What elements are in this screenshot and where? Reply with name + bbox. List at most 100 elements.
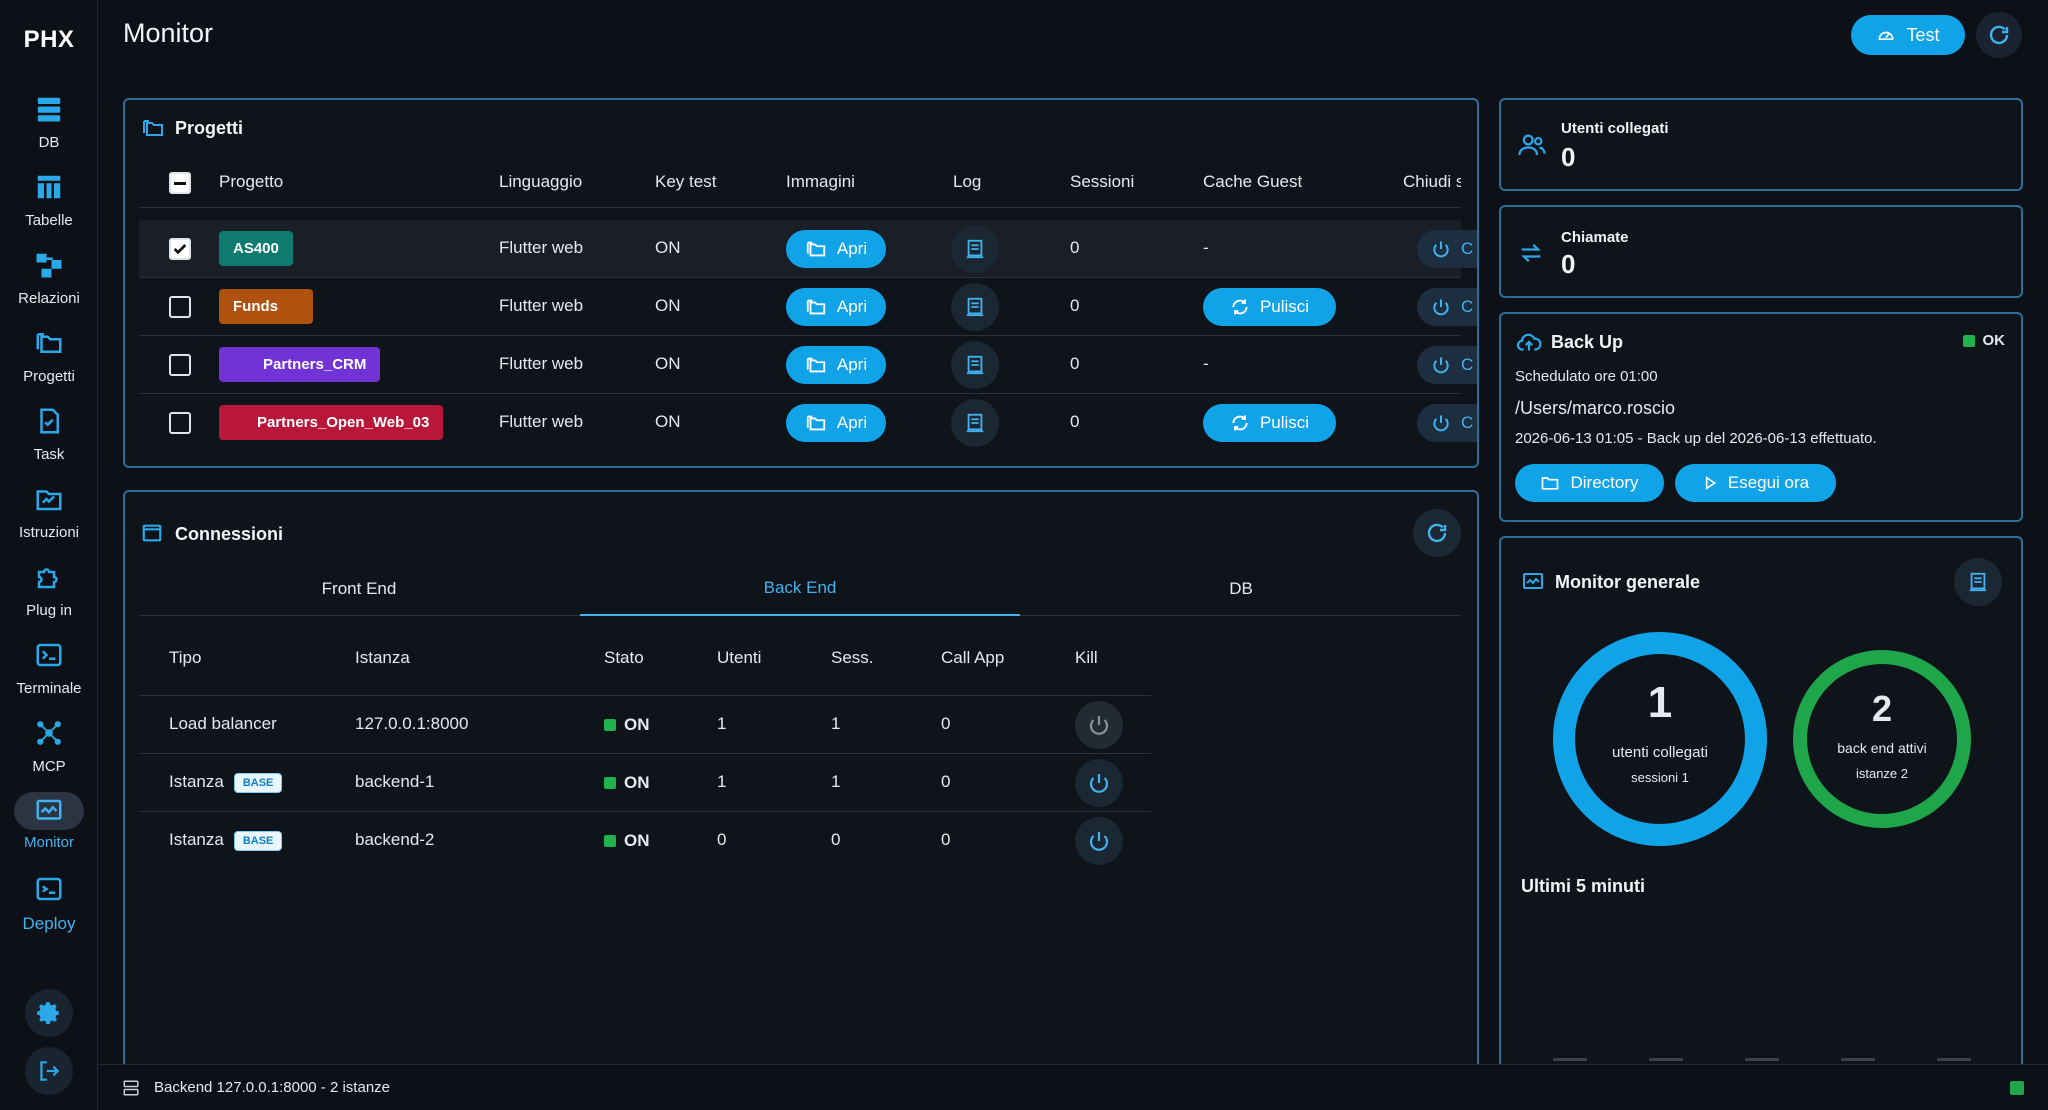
log-button[interactable] (951, 399, 999, 447)
type-cell: Istanza BASE (169, 830, 283, 851)
base-badge: BASE (233, 830, 283, 851)
progetti-table-header: Progetto Linguaggio Key test Immagini Lo… (139, 158, 1461, 208)
key-test-cell: ON (655, 238, 681, 257)
close-sessions-button[interactable]: C (1417, 346, 1477, 384)
close-sessions-button[interactable]: C (1417, 230, 1477, 268)
sidebar-item-label: Tabelle (25, 212, 73, 229)
refresh-connections-button[interactable] (1413, 509, 1461, 557)
status-dot (604, 835, 616, 847)
column-header: Immagini (786, 172, 855, 191)
run-backup-label: Esegui ora (1727, 473, 1810, 492)
clear-cache-label: Pulisci (1259, 413, 1310, 432)
table-row: Istanza BASE backend-1 ON 1 1 0 (139, 754, 1151, 812)
sessions-cell: 0 (1070, 354, 1080, 373)
logout-button[interactable] (25, 1047, 73, 1095)
folder-icon (1542, 477, 1559, 490)
sidebar-item-terminale[interactable]: Terminale (0, 636, 98, 714)
kill-button[interactable] (1075, 701, 1123, 749)
tab-back-end[interactable]: Back End (580, 562, 1020, 616)
project-tag[interactable]: Funds (219, 289, 313, 324)
sidebar-item-deploy[interactable]: Deploy (0, 870, 98, 948)
type-cell: Istanza BASE (169, 772, 283, 793)
open-images-button[interactable]: Apri (786, 346, 886, 384)
sync-icon (1232, 415, 1248, 431)
close-sessions-button[interactable]: C (1417, 404, 1477, 442)
open-images-button[interactable]: Apri (786, 404, 886, 442)
chart-axis-tick (1745, 1058, 1779, 1061)
sidebar-item-label: Plug in (26, 602, 72, 619)
sidebar-item-progetti[interactable]: Progetti (0, 324, 98, 402)
clear-cache-button[interactable]: Pulisci (1203, 404, 1336, 442)
sessions-cell: 0 (1070, 296, 1080, 315)
settings-button[interactable] (25, 989, 73, 1037)
row-checkbox[interactable] (169, 412, 191, 434)
open-images-button[interactable]: Apri (786, 288, 886, 326)
select-all-checkbox[interactable] (169, 172, 191, 194)
backup-directory-button[interactable]: Directory (1515, 464, 1664, 502)
log-button[interactable] (951, 283, 999, 331)
cache-cell: - (1203, 238, 1209, 257)
backends-ring-label: back end attivi (1837, 740, 1927, 756)
kill-button[interactable] (1075, 759, 1123, 807)
row-checkbox[interactable] (169, 238, 191, 260)
tab-db[interactable]: DB (1021, 562, 1461, 616)
table-row[interactable]: Partners_CRM Flutter web ON Apri 0 - C (139, 336, 1477, 394)
open-images-button[interactable]: Apri (786, 230, 886, 268)
sidebar-item-monitor[interactable]: Monitor (0, 792, 98, 870)
users-ring (1553, 632, 1767, 846)
monitor-log-button[interactable] (1954, 558, 2002, 606)
users-ring-sub: sessioni 1 (1631, 770, 1689, 785)
project-tag[interactable]: Partners_Open_Web_03 (219, 405, 444, 440)
sidebar-item-tabelle[interactable]: Tabelle (0, 168, 98, 246)
clear-cache-button[interactable]: Pulisci (1203, 288, 1336, 326)
calls-label: Chiamate (1561, 229, 1629, 246)
row-checkbox[interactable] (169, 296, 191, 318)
log-icon (966, 355, 984, 375)
app-logo: PHX (23, 26, 75, 53)
language-cell: Flutter web (499, 354, 584, 373)
sidebar-item-mcp[interactable]: MCP (0, 714, 98, 792)
users-ring-label: utenti collegati (1612, 744, 1708, 761)
run-backup-button[interactable]: Esegui ora (1675, 464, 1836, 502)
monitor-generale-title: Monitor generale (1555, 572, 1701, 592)
folders-icon (806, 415, 826, 431)
log-button[interactable] (951, 341, 999, 389)
connection-tabs: Front End Back End DB (139, 562, 1461, 616)
kill-button[interactable] (1075, 817, 1123, 865)
backup-schedule: Schedulato ore 01:00 (1515, 368, 1658, 385)
type-text: Istanza (169, 772, 224, 791)
table-row[interactable]: Partners_Open_Web_03 Flutter web ON Apri… (139, 394, 1477, 452)
connected-users-value: 0 (1561, 142, 1576, 172)
row-checkbox[interactable] (169, 354, 191, 376)
project-tag[interactable]: AS400 (219, 231, 293, 266)
table-row[interactable]: Funds Flutter web ON Apri 0 Pulisci C (139, 278, 1477, 336)
project-tag[interactable]: Partners_CRM (219, 347, 381, 382)
folders-icon (806, 241, 826, 257)
call-app-cell: 0 (941, 830, 951, 849)
log-icon (966, 239, 984, 259)
sidebar-item-label: Relazioni (18, 290, 80, 307)
last-minutes-title: Ultimi 5 minuti (1521, 876, 1646, 896)
log-icon (966, 413, 984, 433)
call-app-cell: 0 (941, 714, 951, 733)
log-icon (966, 297, 984, 317)
sidebar-item-relazioni[interactable]: Relazioni (0, 246, 98, 324)
sidebar-item-plugin[interactable]: Plug in (0, 558, 98, 636)
table-row[interactable]: AS400 Flutter web ON Apri 0 - C (139, 220, 1477, 278)
column-header: Stato (604, 648, 644, 667)
status-badge: ON (604, 831, 650, 851)
tab-front-end[interactable]: Front End (139, 562, 579, 616)
key-test-cell: ON (655, 412, 681, 431)
sidebar-item-db[interactable]: DB (0, 90, 98, 168)
chart-axis-tick (1649, 1058, 1683, 1061)
log-button[interactable] (951, 225, 999, 273)
gauge-icon (1878, 31, 1894, 40)
close-sessions-button[interactable]: C (1417, 288, 1477, 326)
refresh-button[interactable] (1976, 12, 2022, 58)
backup-status-text: OK (1982, 332, 2006, 349)
status-text: ON (624, 831, 650, 850)
cache-cell: - (1203, 354, 1209, 373)
sidebar-item-istruzioni[interactable]: Istruzioni (0, 480, 98, 558)
sidebar-item-task[interactable]: Task (0, 402, 98, 480)
test-button[interactable]: Test (1851, 15, 1965, 55)
